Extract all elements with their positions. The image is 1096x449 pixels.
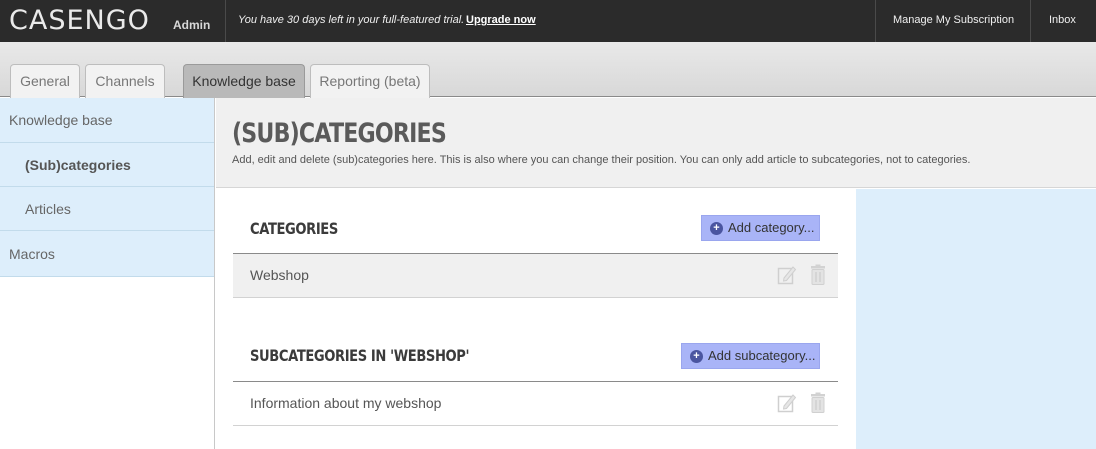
topbar-divider — [1030, 0, 1031, 42]
sidebar-item-articles[interactable]: Articles — [0, 187, 214, 231]
sidebar-item-label: Macros — [9, 245, 55, 262]
sidebar-item-knowledge-base[interactable]: Knowledge base — [0, 98, 214, 143]
subcategories-heading: SUBCATEGORIES IN 'WEBSHOP' — [250, 346, 470, 365]
tab-knowledge-base[interactable]: Knowledge base — [183, 64, 305, 98]
app-logo[interactable]: CASENGO — [9, 5, 150, 36]
trial-notice: You have 30 days left in your full-featu… — [238, 14, 465, 26]
upgrade-link[interactable]: Upgrade now — [466, 14, 536, 26]
edit-icon[interactable] — [777, 392, 797, 414]
logo-subtitle: Admin — [173, 18, 211, 32]
tab-general[interactable]: General — [10, 64, 80, 98]
tab-reporting[interactable]: Reporting (beta) — [310, 64, 430, 98]
sidebar-item-macros[interactable]: Macros — [0, 231, 214, 277]
page-header: (SUB)CATEGORIES Add, edit and delete (su… — [216, 98, 1096, 188]
top-bar: CASENGO Admin You have 30 days left in y… — [0, 0, 1096, 42]
page-description: Add, edit and delete (sub)categories her… — [232, 154, 971, 166]
add-category-button[interactable]: + Add category... — [701, 215, 820, 241]
tab-channels[interactable]: Channels — [85, 64, 165, 98]
plus-circle-icon: + — [710, 222, 723, 235]
trash-icon[interactable] — [808, 264, 828, 286]
subcategory-name: Information about my webshop — [250, 395, 442, 411]
tab-bar: General Channels Knowledge base Reportin… — [0, 42, 1096, 98]
trash-icon[interactable] — [808, 392, 828, 414]
table-row[interactable]: Information about my webshop — [233, 382, 838, 426]
topbar-divider — [225, 0, 226, 42]
topbar-divider — [875, 0, 876, 42]
table-row[interactable]: Webshop — [233, 254, 838, 298]
plus-circle-icon: + — [690, 350, 703, 363]
right-panel — [856, 189, 1096, 449]
sidebar-item-label: Knowledge base — [9, 112, 113, 128]
sidebar-item-subcategories[interactable]: (Sub)categories — [0, 143, 214, 187]
sidebar-item-label: Articles — [25, 200, 71, 217]
sidebar: Knowledge base (Sub)categories Articles … — [0, 98, 215, 449]
add-subcategory-label: Add subcategory... — [708, 348, 816, 363]
category-name: Webshop — [250, 267, 309, 283]
categories-heading: CATEGORIES — [250, 219, 338, 238]
edit-icon[interactable] — [777, 264, 797, 286]
add-subcategory-button[interactable]: + Add subcategory... — [681, 343, 820, 369]
inbox-link[interactable]: Inbox — [1049, 14, 1076, 26]
manage-subscription-link[interactable]: Manage My Subscription — [893, 14, 1014, 26]
page-title: (SUB)CATEGORIES — [232, 118, 447, 149]
add-category-label: Add category... — [728, 220, 815, 235]
sidebar-item-label: (Sub)categories — [25, 156, 131, 173]
